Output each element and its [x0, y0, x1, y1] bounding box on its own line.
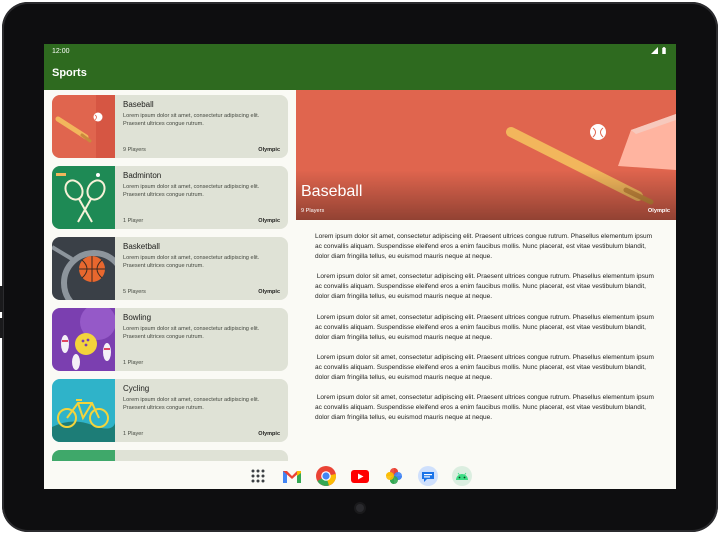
volume-button: [0, 318, 3, 338]
sports-list[interactable]: Baseball Lorem ipsum dolor sit amet, con…: [44, 90, 296, 461]
cycling-image: [52, 379, 115, 442]
card-olympic: Olympic: [258, 147, 280, 153]
sport-card-bowling[interactable]: Bowling Lorem ipsum dolor sit amet, cons…: [52, 308, 288, 371]
card-players: 1 Player: [123, 218, 144, 224]
sport-card-partial[interactable]: [52, 450, 288, 461]
card-title: Badminton: [123, 171, 162, 180]
gmail-icon[interactable]: [282, 466, 302, 486]
card-title: Cycling: [123, 384, 150, 393]
status-bar: 12:00: [44, 44, 676, 58]
tablet-frame: 12:00 Sports Baseball Lorem ipsum dolor …: [0, 0, 720, 534]
baseball-image: [52, 95, 115, 158]
power-button: [0, 286, 3, 312]
youtube-icon[interactable]: [350, 466, 370, 486]
app-title: Sports: [52, 67, 87, 79]
card-olympic: Olympic: [258, 218, 280, 224]
detail-hero-image: Baseball 9 Players Olympic: [296, 90, 676, 220]
detail-paragraph: Lorem ipsum dolor sit amet, consectetur …: [315, 313, 656, 341]
card-description: Lorem ipsum dolor sit amet, consectetur …: [123, 255, 260, 269]
card-title: Basketball: [123, 242, 160, 251]
detail-title: Baseball: [301, 183, 363, 200]
detail-paragraph: Lorem ipsum dolor sit amet, consectetur …: [315, 394, 656, 422]
app-drawer-icon[interactable]: [248, 466, 268, 486]
card-description: Lorem ipsum dolor sit amet, consectetur …: [123, 113, 260, 127]
card-image-partial: [52, 450, 115, 461]
card-description: Lorem ipsum dolor sit amet, consectetur …: [123, 397, 260, 411]
card-olympic: Olympic: [258, 431, 280, 437]
battery-icon: [662, 47, 666, 54]
card-description: Lorem ipsum dolor sit amet, consectetur …: [123, 184, 260, 198]
detail-paragraph: Lorem ipsum dolor sit amet, consectetur …: [315, 233, 654, 261]
card-title: Baseball: [123, 100, 154, 109]
sport-detail: Baseball 9 Players Olympic Lorem ipsum d…: [296, 90, 676, 461]
status-time: 12:00: [52, 47, 70, 55]
sport-card-baseball[interactable]: Baseball Lorem ipsum dolor sit amet, con…: [52, 95, 288, 158]
top-app-bar: Sports: [44, 58, 676, 90]
basketball-image: [52, 237, 115, 300]
detail-paragraph: Lorem ipsum dolor sit amet, consectetur …: [315, 273, 656, 301]
detail-olympic: Olympic: [647, 208, 670, 214]
detail-players: 9 Players: [301, 208, 325, 214]
sport-card-badminton[interactable]: Badminton Lorem ipsum dolor sit amet, co…: [52, 166, 288, 229]
detail-body: Lorem ipsum dolor sit amet, consectetur …: [315, 232, 655, 433]
signal-icon: [651, 47, 658, 54]
sport-card-cycling[interactable]: Cycling Lorem ipsum dolor sit amet, cons…: [52, 379, 288, 442]
app-dock: [44, 466, 676, 486]
card-players: 9 Players: [123, 147, 146, 153]
android-icon[interactable]: [452, 466, 472, 486]
sport-card-basketball[interactable]: Basketball Lorem ipsum dolor sit amet, c…: [52, 237, 288, 300]
badminton-image: [52, 166, 115, 229]
screen: 12:00 Sports Baseball Lorem ipsum dolor …: [44, 44, 676, 489]
detail-paragraph: Lorem ipsum dolor sit amet, consectetur …: [315, 353, 656, 382]
messages-icon[interactable]: [418, 466, 438, 486]
card-players: 1 Player: [123, 431, 144, 437]
bowling-image: [52, 308, 115, 371]
photos-icon[interactable]: [384, 466, 404, 486]
card-olympic: Olympic: [258, 289, 280, 295]
camera-icon: [356, 504, 364, 512]
card-players: 1 Player: [123, 360, 144, 366]
taskbar: [44, 461, 676, 489]
chrome-icon[interactable]: [316, 466, 336, 486]
card-title: Bowling: [123, 313, 152, 322]
card-players: 5 Players: [123, 289, 146, 295]
card-description: Lorem ipsum dolor sit amet, consectetur …: [123, 326, 260, 340]
